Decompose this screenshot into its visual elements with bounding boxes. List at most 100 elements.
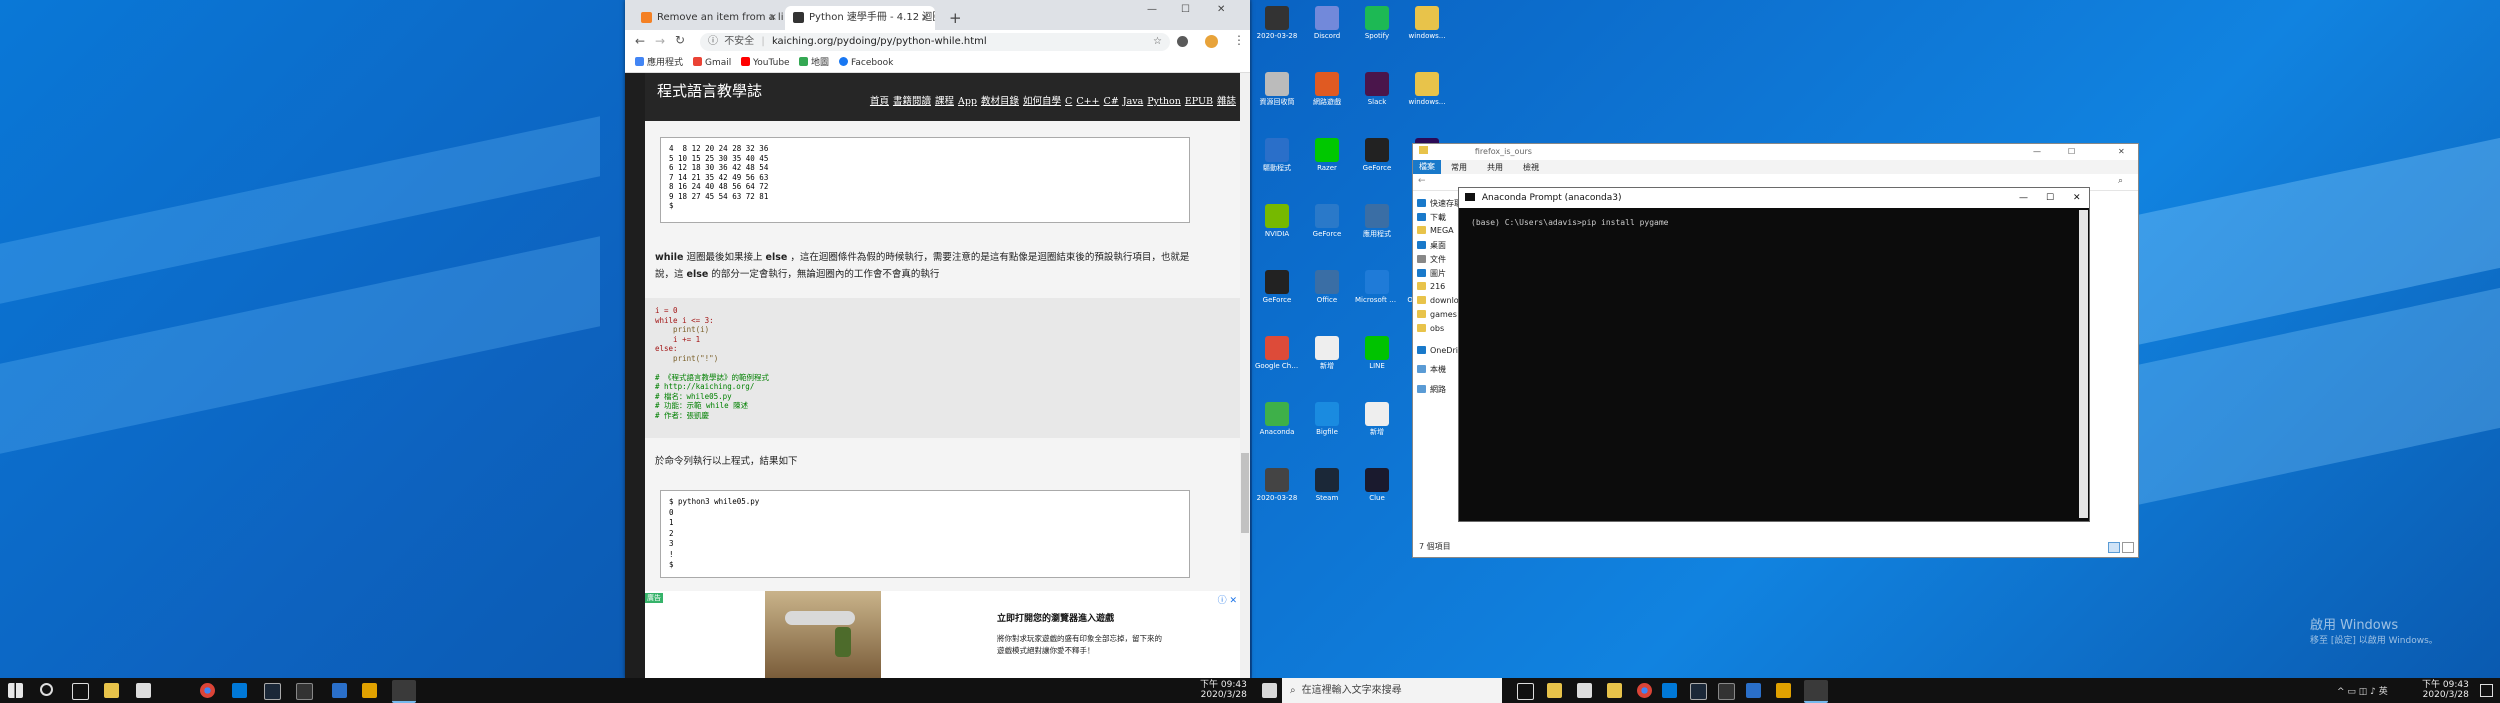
close-button[interactable]: ✕ [2073,188,2081,208]
nav-pane-item[interactable]: 圖片 [1417,268,1446,279]
ribbon-tab-file[interactable]: 檔案 [1413,160,1441,174]
search-icon[interactable]: ⌕ [2118,176,2123,186]
desktop-icon[interactable]: Spotify [1355,6,1399,40]
bookmark-gmail[interactable]: Gmail [693,54,731,72]
ribbon-tab-view[interactable]: 檢視 [1523,162,1539,173]
tab-python-while[interactable]: Python 速學手冊 - 4.12 迴圈後附加 × [785,6,935,30]
right-clock[interactable]: 下午 09:43 2020/3/28 [2422,680,2469,700]
terminal-scrollbar[interactable] [2079,210,2088,518]
desktop-icon[interactable]: GeForce [1305,204,1349,238]
close-tab-icon[interactable]: × [921,6,929,30]
notification-icon[interactable] [2480,684,2493,697]
desktop-icon[interactable]: Steam [1305,468,1349,502]
ribbon-tab-home[interactable]: 常用 [1451,162,1467,173]
desktop-icon[interactable]: Microsoft Edge [1355,270,1399,304]
desktop-icon[interactable]: 網路遊戲 [1305,72,1349,106]
scrollbar-thumb[interactable] [1241,453,1249,533]
nav-pane-item[interactable]: MEGA [1417,226,1454,235]
back-arrow-icon[interactable]: ← [635,34,645,48]
nav-pane-item[interactable]: obs [1417,324,1444,333]
desktop-icon[interactable]: GeForce [1355,138,1399,172]
steam-icon[interactable] [264,683,281,700]
nav-pane-item[interactable]: 快速存取 [1417,198,1462,209]
desktop-icon[interactable]: Clue [1355,468,1399,502]
site-nav-link[interactable]: 首頁 [870,96,889,107]
reload-icon[interactable]: ↻ [675,33,685,47]
advertisement[interactable]: 廣告 ⓘ ✕ 立即打開您的瀏覽器進入遊戲 將你對求玩家遊戲的盛有印象全部忘掉，留… [645,591,1240,678]
mail-icon[interactable] [1662,683,1677,698]
close-button[interactable]: ✕ [2118,144,2125,160]
desktop-icon[interactable]: 2020-03-28 [1255,6,1299,40]
windows-start-icon[interactable] [1262,683,1277,698]
chrome-icon[interactable] [200,683,215,698]
desktop-icon[interactable]: 新增 [1305,336,1349,370]
ad-game-image[interactable] [765,591,881,678]
nav-pane-item[interactable]: 桌面 [1417,240,1446,251]
extension-icon[interactable] [1177,36,1188,47]
minimize-button[interactable]: — [1147,4,1157,15]
app-icon[interactable] [332,683,347,698]
desktop-icon[interactable]: LINE [1355,336,1399,370]
desktop-icon[interactable]: 驅動程式 [1255,138,1299,172]
terminal-command-line[interactable]: (base) C:\Users\adavis>pip install pygam… [1471,218,1668,227]
file-explorer-icon[interactable] [104,683,119,698]
desktop-icon[interactable]: windows... [1405,6,1449,40]
info-icon[interactable]: ⓘ [708,36,718,47]
desktop-icon[interactable]: 2020-03-28 [1255,468,1299,502]
bookmark-maps[interactable]: 地圖 [799,54,829,72]
bookmark-apps[interactable]: 應用程式 [635,54,683,72]
taskbar-search-box[interactable]: ⌕ 在這裡輸入文字來搜尋 [1282,678,1502,703]
file-explorer-icon[interactable] [1547,683,1562,698]
app-icon[interactable] [1746,683,1761,698]
bookmark-facebook[interactable]: Facebook [839,54,893,72]
terminal-icon[interactable] [1718,683,1735,700]
back-arrow-icon[interactable]: ← [1418,176,1426,186]
tab-remove-item[interactable]: Remove an item from a list in Pyt × [633,6,783,30]
nav-pane-item[interactable]: 216 [1417,282,1445,291]
profile-avatar[interactable] [1205,35,1218,48]
desktop-icon[interactable]: 新增 [1355,402,1399,436]
nav-pane-item[interactable]: 網路 [1417,384,1446,395]
ribbon-tab-share[interactable]: 共用 [1487,162,1503,173]
store-icon[interactable] [136,683,151,698]
site-title[interactable]: 程式語言教學誌 [657,80,762,101]
ad-close-icon[interactable]: ⓘ ✕ [1218,593,1237,606]
nav-pane-item[interactable]: 文件 [1417,254,1446,265]
close-tab-icon[interactable]: × [769,6,777,30]
site-nav-link[interactable]: 書籍閱讀 [893,96,931,107]
ad-headline[interactable]: 立即打開您的瀏覽器進入遊戲 [997,611,1114,624]
search-icon[interactable] [40,683,53,696]
steam-icon[interactable] [1690,683,1707,700]
site-nav-link[interactable]: Python [1147,96,1181,107]
bandicam-icon[interactable] [1776,683,1791,698]
site-nav-link[interactable]: Java [1123,96,1144,107]
bookmark-star-icon[interactable]: ☆ [1153,33,1162,51]
desktop-icon[interactable]: Slack [1355,72,1399,106]
site-nav-link[interactable]: 課程 [935,96,954,107]
site-nav-link[interactable]: 教材目錄 [981,96,1019,107]
active-window-icon[interactable] [392,680,416,703]
minimize-button[interactable]: — [2019,188,2028,208]
bandicam-icon[interactable] [362,683,377,698]
maximize-button[interactable]: ☐ [1181,4,1190,15]
desktop-icon[interactable]: 資源回收筒 [1255,72,1299,106]
active-window-icon[interactable] [1804,680,1828,703]
new-tab-button[interactable]: + [949,6,962,30]
desktop-icon[interactable]: windows... [1405,72,1449,106]
maximize-button[interactable]: ☐ [2046,188,2054,208]
close-window-button[interactable]: ✕ [1217,4,1225,15]
desktop-icon[interactable]: 應用程式 [1355,204,1399,238]
mail-icon[interactable] [232,683,247,698]
page-scrollbar[interactable] [1240,73,1250,678]
desktop-icon[interactable]: GeForce [1255,270,1299,304]
maximize-button[interactable]: ☐ [2068,144,2075,160]
task-view-icon[interactable] [1517,683,1534,700]
system-tray[interactable]: ^ ▭ ◫ ♪ 英 [2337,684,2388,697]
menu-kebab-icon[interactable]: ⋮ [1233,33,1245,47]
desktop-icon[interactable]: Bigfile [1305,402,1349,436]
desktop-icon[interactable]: Razer [1305,138,1349,172]
nav-pane-item[interactable]: 本機 [1417,364,1446,375]
task-view-icon[interactable] [72,683,89,700]
site-nav-link[interactable]: C# [1104,96,1119,107]
desktop-icon[interactable]: Google Chrome [1255,336,1299,370]
